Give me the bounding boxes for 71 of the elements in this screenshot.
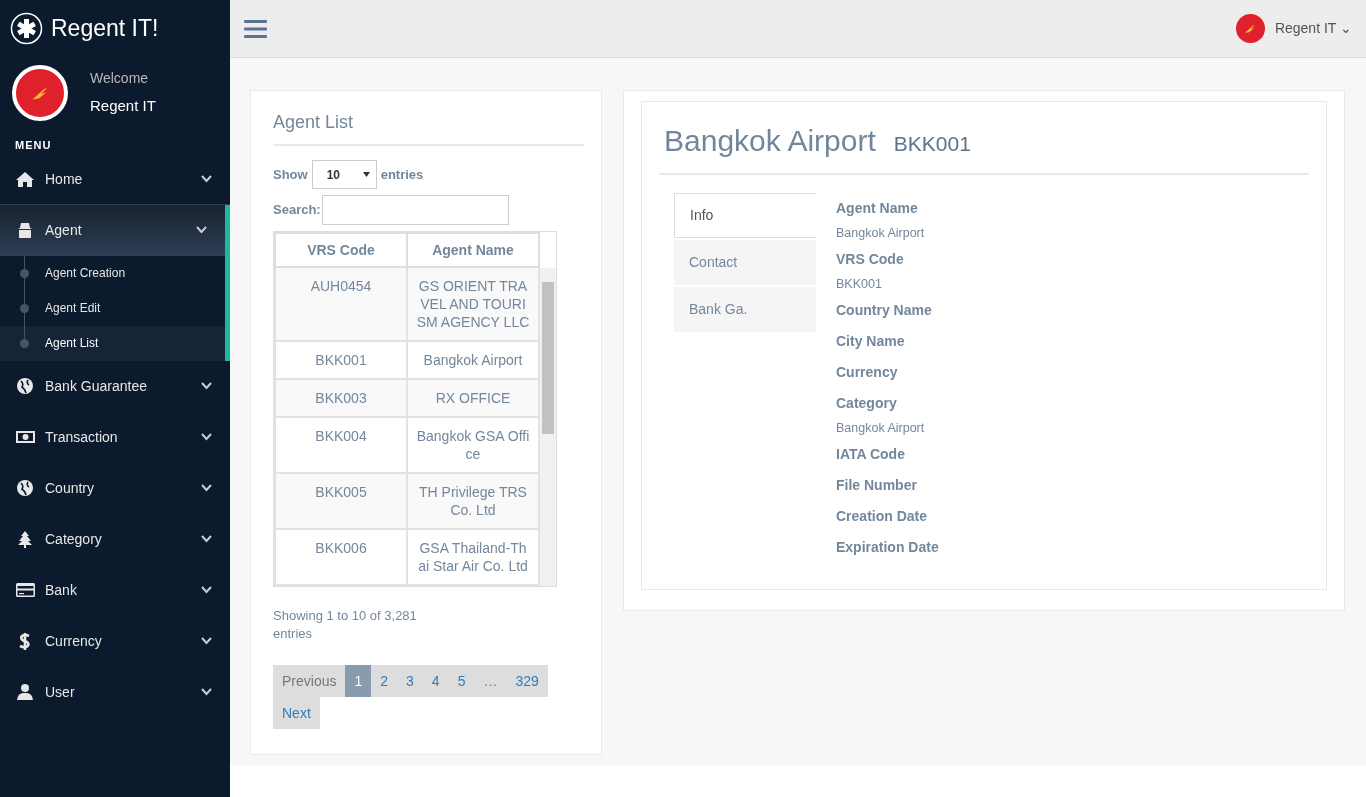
page-link[interactable]: 3 (397, 665, 423, 697)
agent-code: BKK001 (893, 131, 971, 157)
sidebar-item[interactable]: Category (0, 513, 230, 565)
search-label: Search: (273, 201, 321, 220)
sidebar-item[interactable]: Bank (0, 564, 230, 616)
field-value: Bangkok Airport (836, 225, 926, 242)
profile-name: Regent IT (90, 96, 156, 117)
entries-label: entries (380, 165, 424, 184)
chevron-down-icon (201, 382, 212, 390)
field-label: IATA Code (836, 445, 906, 464)
house-icon (15, 170, 35, 188)
sidebar-item[interactable]: Country (0, 462, 230, 514)
table-cell: BKK003 (275, 379, 407, 417)
detail-title: Bangkok Airport (664, 123, 876, 159)
field-label: Expiration Date (836, 538, 939, 557)
sidebar-item[interactable]: Currency (0, 615, 230, 667)
page-link: … (474, 665, 507, 697)
table-cell: AUH0454 (275, 267, 407, 341)
menu-icon[interactable] (244, 18, 267, 39)
table-cell: TH Privilege TRS Co. Ltd (407, 473, 539, 529)
field-label: File Number (836, 476, 918, 495)
menu-heading: MENU (14, 138, 53, 153)
user-icon (15, 683, 35, 701)
field-label: City Name (836, 332, 906, 351)
chevron-down-icon (201, 535, 212, 543)
chevron-down-icon (201, 688, 212, 696)
sidebar-item[interactable]: Transaction (0, 411, 230, 463)
sidebar-item[interactable]: Home (0, 153, 230, 205)
chevron-down-icon (201, 637, 212, 645)
page-link: Previous (273, 665, 346, 697)
sidebar-item[interactable]: User (0, 666, 230, 718)
field-label: Category (836, 394, 898, 413)
welcome-text: Welcome (90, 69, 150, 89)
chevron-down-icon (201, 433, 212, 441)
table-cell: BKK006 (275, 529, 407, 585)
field-label: Agent Name (836, 199, 919, 218)
field-label: Country Name (836, 301, 933, 320)
chevron-down-icon (201, 175, 212, 183)
submenu-item[interactable]: Agent Edit (0, 290, 225, 326)
field-value: Bangkok Airport (836, 420, 926, 437)
chevron-down-icon (201, 484, 212, 492)
show-label: Show (273, 165, 308, 184)
globe-icon (15, 377, 35, 395)
dropdown-caret-icon (362, 172, 370, 177)
page-size-select[interactable]: 10 (311, 160, 377, 189)
submenu-item[interactable]: Agent Creation (0, 255, 225, 291)
chevron-down-icon (196, 226, 207, 234)
table-cell: GS ORIENT TRAVEL AND TOURISM AGENCY LLC (407, 267, 539, 341)
banknote-icon (15, 428, 35, 446)
column-header[interactable]: VRS Code (275, 233, 407, 267)
field-label: VRS Code (836, 250, 905, 269)
tab[interactable]: Bank Ga. (674, 287, 816, 332)
field-label: Currency (836, 363, 899, 382)
field-label: Creation Date (836, 507, 929, 526)
scrollbar[interactable] (540, 268, 556, 586)
table-cell: RX OFFICE (407, 379, 539, 417)
sidebar-item[interactable]: Bank Guarantee (0, 360, 230, 412)
submenu-item[interactable]: Agent List (0, 325, 225, 361)
table-cell: BKK005 (275, 473, 407, 529)
tab[interactable]: Info (674, 193, 816, 238)
credit-card-icon (15, 581, 35, 599)
panel-title: Agent List (273, 101, 584, 146)
table-info: Showing 1 to 10 of 3,281 entries (273, 607, 418, 643)
chevron-down-icon (201, 586, 212, 594)
user-menu[interactable]: Regent IT ⌄ (1274, 18, 1352, 39)
asterisk-logo-icon (10, 12, 43, 45)
sidebar-item[interactable]: Agent (0, 204, 230, 256)
field-value: BKK001 (836, 276, 883, 293)
search-field[interactable] (321, 195, 509, 225)
globe-icon (15, 479, 35, 497)
app-title: Regent IT! (51, 14, 159, 44)
